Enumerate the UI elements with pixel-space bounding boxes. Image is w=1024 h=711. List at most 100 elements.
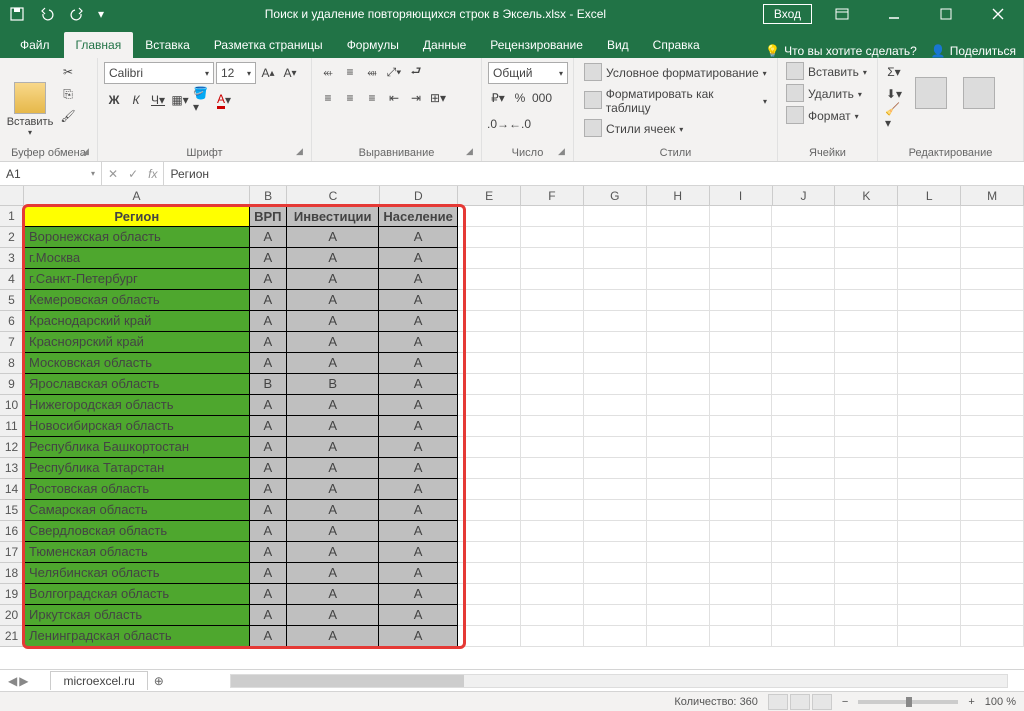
empty-cell[interactable] [521, 332, 584, 353]
row-header-1[interactable]: 1 [0, 206, 23, 227]
empty-cell[interactable] [584, 437, 647, 458]
row-header-2[interactable]: 2 [0, 227, 23, 248]
share-button[interactable]: 👤Поделиться [931, 44, 1016, 58]
header-pop[interactable]: Население [379, 206, 458, 227]
empty-cell[interactable] [961, 416, 1024, 437]
empty-cell[interactable] [772, 605, 835, 626]
row-header-5[interactable]: 5 [0, 290, 23, 311]
autosum-icon[interactable]: Σ▾ [884, 62, 904, 82]
redo-icon[interactable] [64, 2, 90, 26]
empty-cell[interactable] [898, 542, 961, 563]
empty-cell[interactable] [521, 605, 584, 626]
horizontal-scrollbar[interactable] [230, 674, 1008, 688]
empty-cell[interactable] [584, 584, 647, 605]
empty-cell[interactable] [458, 563, 521, 584]
region-cell[interactable]: Нижегородская область [24, 395, 250, 416]
empty-cell[interactable] [647, 269, 710, 290]
empty-cell[interactable] [835, 458, 898, 479]
empty-cell[interactable] [458, 269, 521, 290]
tab-0[interactable]: Главная [64, 32, 134, 58]
row-header-12[interactable]: 12 [0, 437, 23, 458]
pop-cell[interactable]: A [379, 542, 458, 563]
invest-cell[interactable]: A [287, 353, 379, 374]
vrp-cell[interactable]: A [250, 248, 287, 269]
region-cell[interactable]: Тюменская область [24, 542, 250, 563]
empty-cell[interactable] [772, 437, 835, 458]
empty-cell[interactable] [458, 290, 521, 311]
row-header-20[interactable]: 20 [0, 605, 23, 626]
empty-cell[interactable] [961, 437, 1024, 458]
empty-cell[interactable] [647, 290, 710, 311]
sheet-tab[interactable]: microexcel.ru [50, 671, 147, 690]
empty-cell[interactable] [458, 206, 521, 227]
tab-1[interactable]: Вставка [133, 32, 202, 58]
empty-cell[interactable] [458, 332, 521, 353]
formula-input[interactable]: Регион [164, 167, 1024, 181]
vrp-cell[interactable]: A [250, 479, 287, 500]
invest-cell[interactable]: A [287, 479, 379, 500]
align-bottom-icon[interactable]: ⬵ [362, 62, 382, 82]
zoom-slider[interactable] [858, 700, 958, 704]
delete-cells-button[interactable]: Удалить▾ [784, 84, 871, 104]
region-cell[interactable]: Новосибирская область [24, 416, 250, 437]
pop-cell[interactable]: A [379, 563, 458, 584]
invest-cell[interactable]: A [287, 227, 379, 248]
empty-cell[interactable] [458, 626, 521, 647]
empty-cell[interactable] [521, 290, 584, 311]
empty-cell[interactable] [584, 374, 647, 395]
empty-cell[interactable] [835, 584, 898, 605]
borders-icon[interactable]: ▦▾ [170, 90, 190, 110]
empty-cell[interactable] [521, 500, 584, 521]
invest-cell[interactable]: A [287, 521, 379, 542]
empty-cell[interactable] [458, 353, 521, 374]
font-launcher-icon[interactable]: ◢ [296, 146, 308, 158]
empty-cell[interactable] [710, 248, 773, 269]
tab-3[interactable]: Формулы [335, 32, 411, 58]
empty-cell[interactable] [772, 458, 835, 479]
empty-cell[interactable] [961, 311, 1024, 332]
empty-cell[interactable] [835, 500, 898, 521]
empty-cell[interactable] [647, 458, 710, 479]
empty-cell[interactable] [521, 437, 584, 458]
decrease-decimal-icon[interactable]: ←.0 [510, 114, 530, 134]
empty-cell[interactable] [584, 521, 647, 542]
pop-cell[interactable]: A [379, 311, 458, 332]
col-header-I[interactable]: I [710, 186, 773, 205]
empty-cell[interactable] [584, 605, 647, 626]
enter-formula-icon[interactable]: ✓ [128, 167, 138, 181]
empty-cell[interactable] [647, 227, 710, 248]
empty-cell[interactable] [710, 542, 773, 563]
empty-cell[interactable] [961, 395, 1024, 416]
empty-cell[interactable] [898, 311, 961, 332]
empty-cell[interactable] [835, 479, 898, 500]
empty-cell[interactable] [961, 584, 1024, 605]
qat-customize-icon[interactable]: ▾ [94, 2, 108, 26]
empty-cell[interactable] [584, 458, 647, 479]
empty-cell[interactable] [710, 479, 773, 500]
empty-cell[interactable] [458, 458, 521, 479]
empty-cell[interactable] [521, 206, 584, 227]
pop-cell[interactable]: A [379, 605, 458, 626]
tab-file[interactable]: Файл [6, 32, 64, 58]
empty-cell[interactable] [772, 248, 835, 269]
column-headers[interactable]: ABCDEFGHIJKLM [24, 186, 1024, 206]
empty-cell[interactable] [835, 605, 898, 626]
empty-cell[interactable] [961, 374, 1024, 395]
vrp-cell[interactable]: A [250, 395, 287, 416]
row-header-13[interactable]: 13 [0, 458, 23, 479]
empty-cell[interactable] [584, 563, 647, 584]
ribbon-options-icon[interactable] [820, 0, 864, 28]
col-header-A[interactable]: A [24, 186, 250, 205]
empty-cell[interactable] [647, 248, 710, 269]
pop-cell[interactable]: A [379, 227, 458, 248]
vrp-cell[interactable]: A [250, 332, 287, 353]
empty-cell[interactable] [898, 248, 961, 269]
empty-cell[interactable] [898, 479, 961, 500]
empty-cell[interactable] [710, 416, 773, 437]
region-cell[interactable]: Республика Татарстан [24, 458, 250, 479]
empty-cell[interactable] [584, 395, 647, 416]
empty-cell[interactable] [647, 311, 710, 332]
empty-cell[interactable] [961, 500, 1024, 521]
format-cells-button[interactable]: Формат▾ [784, 106, 871, 126]
undo-icon[interactable] [34, 2, 60, 26]
